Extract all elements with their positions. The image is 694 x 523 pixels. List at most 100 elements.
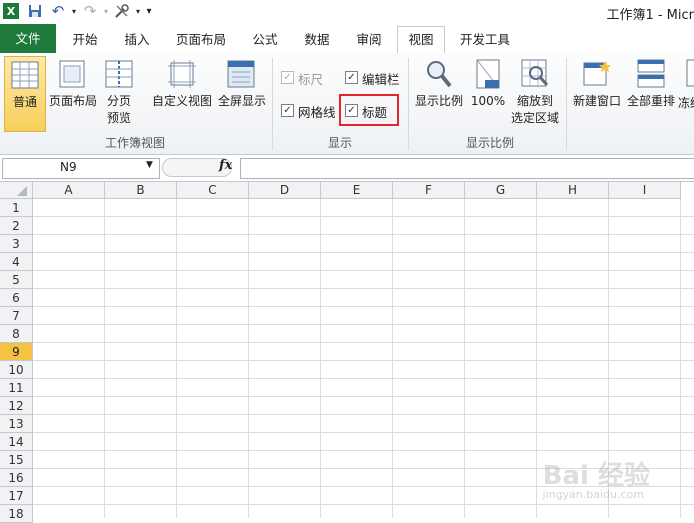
zoom-label: 显示比例 xyxy=(414,94,463,108)
new-window-button[interactable]: 新建窗口 xyxy=(570,56,624,132)
customize-qat-icon[interactable]: ▾ xyxy=(141,3,157,19)
page-layout-label: 页面布局 xyxy=(48,94,97,108)
zoom-group-label: 显示比例 xyxy=(465,136,514,150)
column-header-c[interactable]: C xyxy=(177,182,249,199)
workbook-views-group-label: 工作簿视图 xyxy=(104,136,165,150)
row-header-8[interactable]: 8 xyxy=(0,325,33,343)
row-header-7[interactable]: 7 xyxy=(0,307,33,325)
undo-dropdown-icon[interactable]: ▾ xyxy=(66,3,82,19)
show-group-label: 显示 xyxy=(327,136,352,150)
group-separator xyxy=(408,58,409,150)
page-layout-icon xyxy=(59,60,85,88)
page-break-label-2: 预览 xyxy=(106,111,131,125)
ruler-label: 标尺 xyxy=(298,72,324,87)
row-header-12[interactable]: 12 xyxy=(0,397,33,415)
baidu-watermark-url: jingyan.baidu.com xyxy=(542,488,644,501)
normal-view-label: 普通 xyxy=(12,95,37,109)
arrange-all-label: 全部重排 xyxy=(626,94,675,108)
formula-bar-label: 编辑栏 xyxy=(362,72,400,87)
freeze-panes-button[interactable]: 冻结 xyxy=(678,56,694,132)
formula-input[interactable] xyxy=(240,158,694,179)
page-break-preview-button[interactable]: 分页 预览 xyxy=(100,56,138,132)
column-header-i[interactable]: I xyxy=(609,182,681,199)
normal-view-button[interactable]: 普通 xyxy=(4,56,46,132)
headings-highlight-box xyxy=(339,94,399,126)
tab-formulas[interactable]: 公式 xyxy=(244,27,286,52)
tools-icon[interactable] xyxy=(114,3,130,19)
name-box-dropdown-icon[interactable]: ▼ xyxy=(146,160,153,170)
row-header-14[interactable]: 14 xyxy=(0,433,33,451)
row-header-5[interactable]: 5 xyxy=(0,271,33,289)
window-title: 工作簿1 - Micr xyxy=(606,8,694,23)
row-header-4[interactable]: 4 xyxy=(0,253,33,271)
zoom-selection-icon xyxy=(521,59,549,87)
full-screen-icon xyxy=(227,60,255,88)
group-separator xyxy=(272,58,273,150)
row-header-10[interactable]: 10 xyxy=(0,361,33,379)
column-header-d[interactable]: D xyxy=(249,182,321,199)
formula-bar-checkbox[interactable]: ✓ xyxy=(345,71,358,84)
row-header-15[interactable]: 15 xyxy=(0,451,33,469)
full-screen-button[interactable]: 全屏显示 xyxy=(216,56,268,132)
freeze-panes-icon xyxy=(686,59,694,87)
zoom-to-selection-button[interactable]: 缩放到 选定区域 xyxy=(510,56,560,132)
page-break-label-1: 分页 xyxy=(106,94,131,108)
tab-data[interactable]: 数据 xyxy=(296,27,338,52)
row-header-6[interactable]: 6 xyxy=(0,289,33,307)
row-header-16[interactable]: 16 xyxy=(0,469,33,487)
tab-review[interactable]: 审阅 xyxy=(348,27,390,52)
zoom-100-icon xyxy=(476,59,500,89)
excel-icon[interactable]: X xyxy=(3,3,19,19)
column-header-f[interactable]: F xyxy=(393,182,465,199)
redo-dropdown-icon[interactable]: ▾ xyxy=(98,3,114,19)
zoom-100-label: 100% xyxy=(470,94,506,108)
arrange-all-button[interactable]: 全部重排 xyxy=(624,56,678,132)
baidu-watermark: Bai 经验 xyxy=(542,461,650,491)
freeze-panes-label: 冻结 xyxy=(678,96,694,110)
row-header-17[interactable]: 17 xyxy=(0,487,33,505)
row-header-18[interactable]: 18 xyxy=(0,505,33,523)
zoom-button[interactable]: 显示比例 xyxy=(412,56,466,132)
zoom-selection-label-2: 选定区域 xyxy=(510,111,559,125)
tab-page-layout[interactable]: 页面布局 xyxy=(170,27,232,52)
insert-function-icon[interactable]: fx xyxy=(219,158,232,173)
redo-icon[interactable]: ↷ xyxy=(82,2,98,20)
undo-icon[interactable]: ↶ xyxy=(50,2,66,20)
magnifier-icon xyxy=(427,61,452,88)
column-header-g[interactable]: G xyxy=(465,182,537,199)
row-header-2[interactable]: 2 xyxy=(0,217,33,235)
zoom-selection-label-1: 缩放到 xyxy=(516,94,553,108)
ruler-checkbox[interactable]: ✓ xyxy=(281,71,294,84)
zoom-100-button[interactable]: 100% xyxy=(468,56,508,132)
arrange-all-icon xyxy=(637,59,665,88)
row-header-3[interactable]: 3 xyxy=(0,235,33,253)
row-header-13[interactable]: 13 xyxy=(0,415,33,433)
column-header-e[interactable]: E xyxy=(321,182,393,199)
tab-file[interactable]: 文件 xyxy=(0,24,56,53)
column-header-h[interactable]: H xyxy=(537,182,609,199)
name-box-value: N9 xyxy=(60,160,77,174)
tab-home[interactable]: 开始 xyxy=(62,27,108,52)
select-all-corner[interactable] xyxy=(0,182,33,199)
column-header-b[interactable]: B xyxy=(105,182,177,199)
save-icon[interactable] xyxy=(27,3,43,19)
new-window-label: 新建窗口 xyxy=(572,94,621,108)
normal-view-icon xyxy=(11,61,39,89)
full-screen-label: 全屏显示 xyxy=(217,94,266,108)
tab-insert[interactable]: 插入 xyxy=(114,27,160,52)
column-header-a[interactable]: A xyxy=(33,182,105,199)
page-layout-view-button[interactable]: 页面布局 xyxy=(48,56,98,132)
row-header-9[interactable]: 9 xyxy=(0,343,33,361)
custom-views-icon xyxy=(168,60,196,88)
row-header-11[interactable]: 11 xyxy=(0,379,33,397)
custom-views-button[interactable]: 自定义视图 xyxy=(150,56,214,132)
gridlines-checkbox[interactable]: ✓ xyxy=(281,104,294,117)
custom-views-label: 自定义视图 xyxy=(151,94,212,108)
gridlines-label: 网格线 xyxy=(298,105,336,120)
row-header-1[interactable]: 1 xyxy=(0,199,33,217)
tab-view[interactable]: 视图 xyxy=(397,26,445,55)
tab-developer[interactable]: 开发工具 xyxy=(452,27,518,52)
group-separator xyxy=(566,58,567,150)
name-box[interactable] xyxy=(2,158,160,179)
new-window-icon xyxy=(583,61,611,86)
